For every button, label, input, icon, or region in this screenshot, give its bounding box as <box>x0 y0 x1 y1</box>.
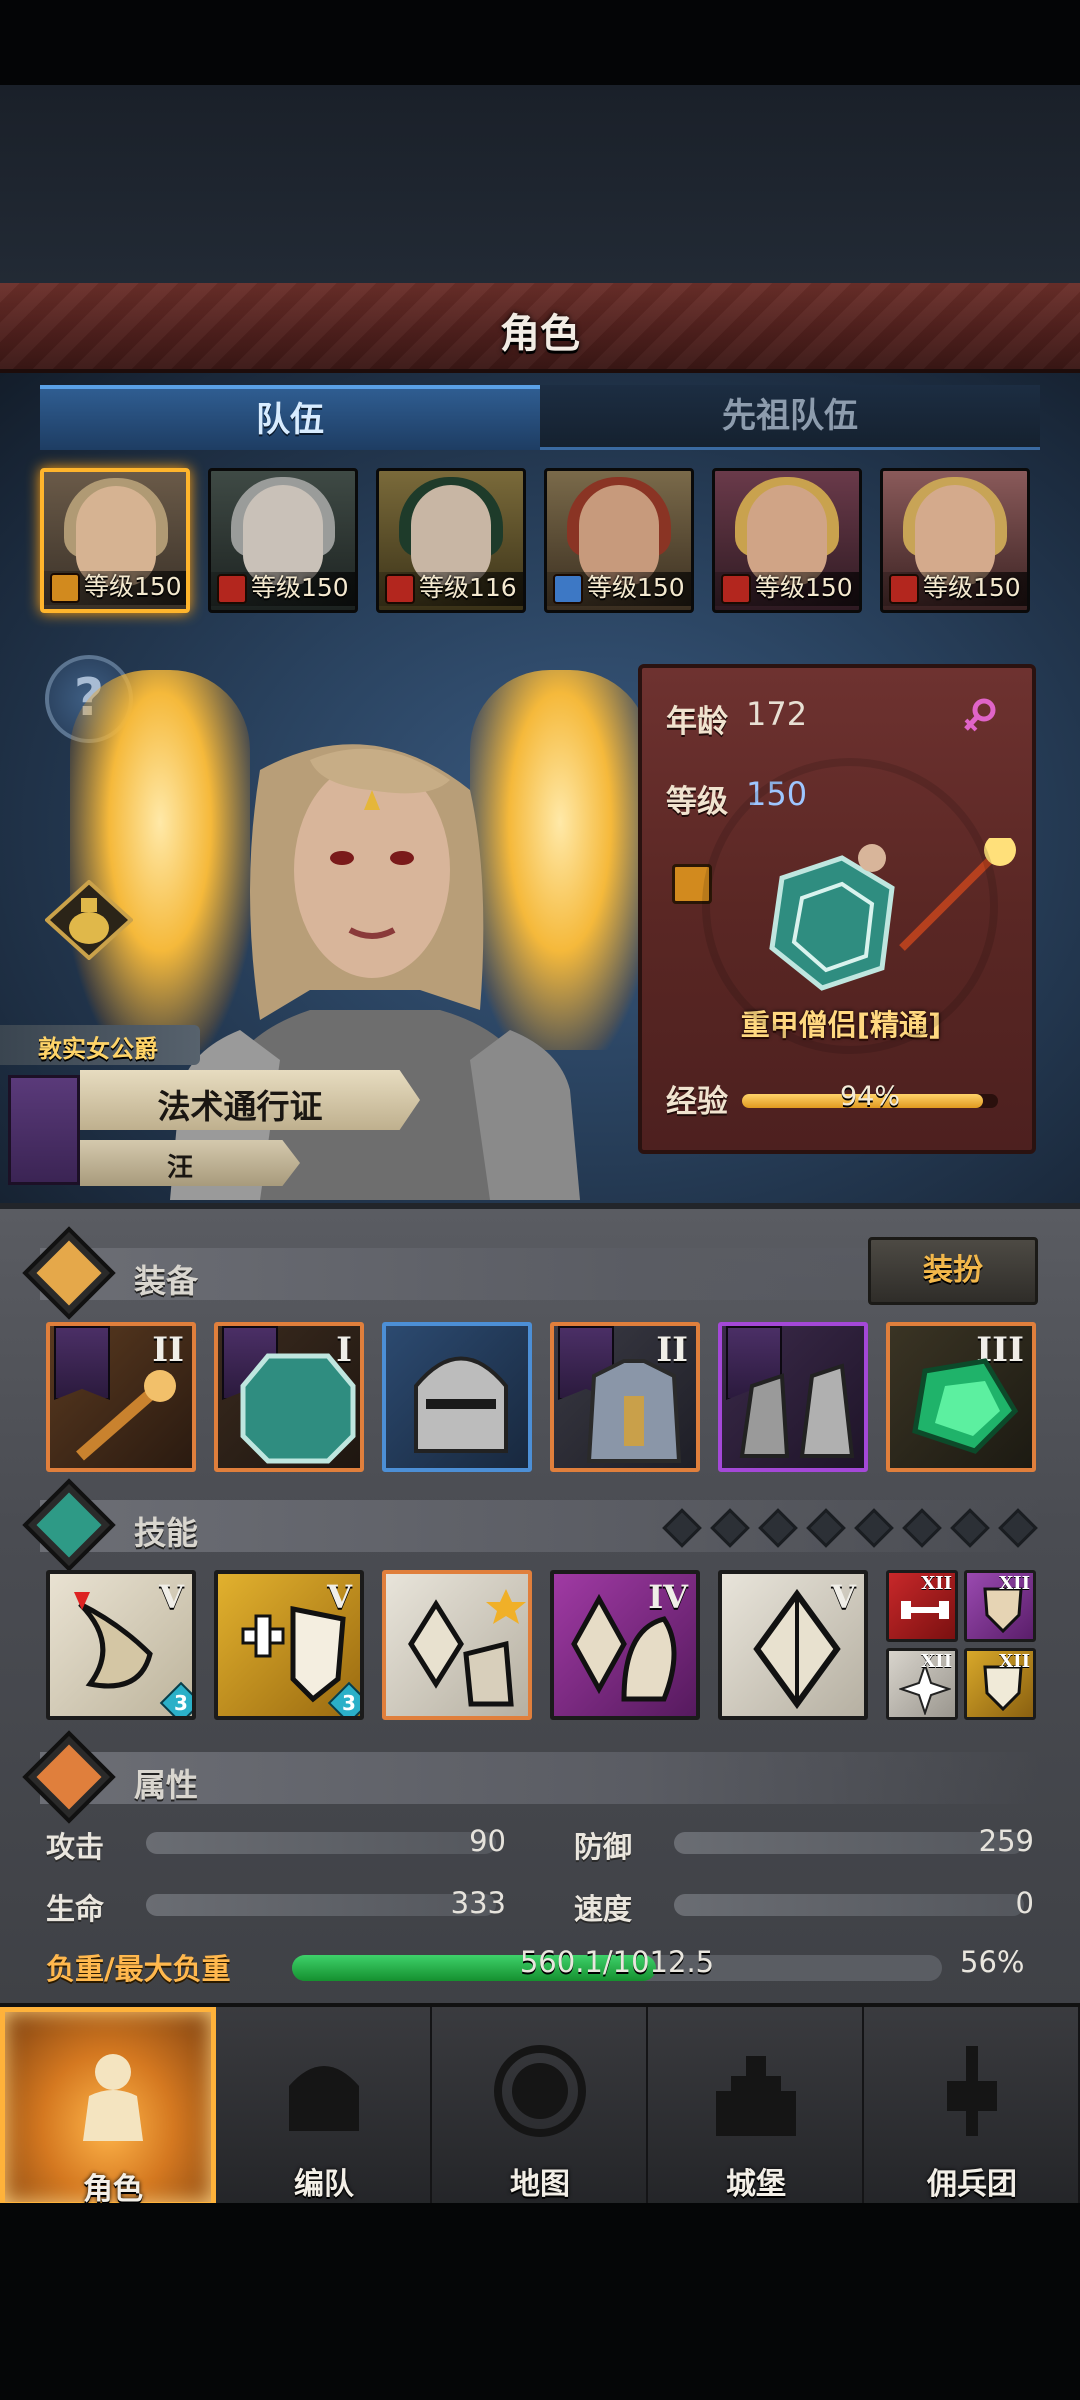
hero-level: 等级150 <box>251 573 349 602</box>
armor-icon <box>586 1359 682 1463</box>
load-value: 560.1/1012.5 <box>519 1945 715 1979</box>
skill-tier: V <box>159 1578 184 1616</box>
equipment-slot-shield[interactable]: I <box>214 1322 364 1472</box>
tab-ancestor-team[interactable]: 先祖队伍 <box>540 385 1040 450</box>
skill-tier: V <box>327 1578 352 1616</box>
helmet-icon <box>414 1356 508 1453</box>
hero-portrait-5[interactable]: 等级150 <box>712 468 862 613</box>
tab-team[interactable]: 队伍 <box>40 385 540 450</box>
character-info-panel: 年龄 172 等级 150 重甲僧侣[精通] 经验 94% <box>638 664 1036 1154</box>
bottom-bezel <box>0 2203 1080 2400</box>
hero-level: 等级150 <box>923 573 1021 602</box>
nav-castle[interactable]: 城堡 <box>648 2007 864 2207</box>
top-backdrop <box>0 85 1080 285</box>
hero-roster: 等级150 等级150 等级116 等级150 等级150 等级150 <box>40 468 1040 613</box>
hero-level: 等级150 <box>587 573 685 602</box>
header-banner: 角色 <box>0 283 1080 373</box>
equipment-slot-gem[interactable]: III <box>886 1322 1036 1472</box>
attr-hp: 生命 333 <box>46 1886 506 1926</box>
shield-class-icon <box>50 573 80 603</box>
attr-attack: 攻击 90 <box>46 1824 506 1864</box>
xp-percent: 94% <box>839 1081 900 1112</box>
age-value: 172 <box>746 695 808 733</box>
equipment-slot-staff[interactable]: II <box>46 1322 196 1472</box>
team-tabs: 队伍 先祖队伍 <box>40 385 1040 450</box>
skill-tier: IV <box>648 1578 688 1616</box>
equipment-slot-helmet[interactable] <box>382 1322 532 1472</box>
horse-class-icon <box>889 574 919 604</box>
load-percent: 56% <box>960 1945 1025 1979</box>
nav-character[interactable]: 角色 <box>0 2007 216 2207</box>
page-title: 角色 <box>500 311 580 357</box>
nav-formation[interactable]: 编队 <box>216 2007 432 2207</box>
crystal-burst-skill-icon <box>408 1589 526 1707</box>
attr-speed: 速度 0 <box>574 1886 1034 1926</box>
skill-slot-3[interactable] <box>382 1570 532 1720</box>
horse-class-icon <box>385 574 415 604</box>
strength-passive-icon <box>901 1601 949 1619</box>
load-label: 负重/最大负重 <box>46 1952 231 1986</box>
female-icon <box>962 696 1000 734</box>
helmet-nav-icon <box>289 2066 359 2131</box>
equipment-tier: II <box>152 1330 184 1370</box>
skill-slot-1[interactable]: V 3 <box>46 1570 196 1720</box>
nav-map[interactable]: 地图 <box>432 2007 648 2207</box>
shield-class-icon <box>672 864 712 904</box>
age-label: 年龄 <box>666 704 728 740</box>
title-tag[interactable]: 法术通行证 <box>80 1070 420 1130</box>
title-label: 法术通行证 <box>157 1087 323 1126</box>
hero-portrait-1[interactable]: 等级150 <box>40 468 190 613</box>
level-value: 150 <box>746 775 808 813</box>
skill-tier: V <box>831 1578 856 1616</box>
bottom-navigation: 角色 编队 地图 城堡 佣兵团 <box>0 2003 1080 2207</box>
hero-portrait-3[interactable]: 等级116 <box>376 468 526 613</box>
hero-portrait-2[interactable]: 等级150 <box>208 468 358 613</box>
castle-icon <box>716 2056 796 2136</box>
passive-strength[interactable]: XII <box>886 1570 958 1642</box>
skills-title: 技能 <box>134 1514 199 1552</box>
trait-tag[interactable]: 敦实女公爵 <box>0 1025 200 1065</box>
fist-banner-icon <box>947 2046 997 2136</box>
staff-icon <box>76 1370 176 1461</box>
status-bar-area <box>0 0 1080 85</box>
skill-slot-2[interactable]: V 3 <box>214 1570 364 1720</box>
hero-level: 等级150 <box>755 573 853 602</box>
class-emblem-illustration <box>769 838 1016 991</box>
hero-level: 等级116 <box>419 573 517 602</box>
skill-slot-indicators <box>662 1508 1042 1548</box>
equipment-title: 装备 <box>134 1262 199 1300</box>
equipment-slot-armor[interactable]: II <box>550 1322 700 1472</box>
attributes-section-header: 属性 <box>22 1730 1040 1824</box>
class-name: 重甲僧侣[精通] <box>740 1008 942 1042</box>
passive-shield[interactable]: XII <box>964 1570 1036 1642</box>
horse-class-icon <box>217 574 247 604</box>
passive-burst[interactable]: XII <box>886 1648 958 1720</box>
level-label: 等级 <box>666 784 728 820</box>
compass-icon <box>494 2045 586 2137</box>
skill-slot-5[interactable]: V <box>718 1570 868 1720</box>
dress-up-button[interactable]: 装扮 <box>868 1237 1038 1305</box>
equipment-slot-boots[interactable] <box>718 1322 868 1472</box>
passive-defense[interactable]: XII <box>964 1648 1036 1720</box>
attributes-title: 属性 <box>134 1766 199 1804</box>
hero-portrait-4[interactable]: 等级150 <box>544 468 694 613</box>
hero-portrait-6[interactable]: 等级150 <box>880 468 1030 613</box>
sword-class-icon <box>553 574 583 604</box>
nav-mercenaries[interactable]: 佣兵团 <box>864 2007 1080 2207</box>
knight-icon <box>83 2054 143 2141</box>
boots-icon <box>739 1363 855 1458</box>
trait-label: 敦实女公爵 <box>38 1035 158 1063</box>
subtitle-label: 汪 <box>166 1153 193 1183</box>
horse-class-icon <box>721 574 751 604</box>
xp-label: 经验 <box>666 1084 728 1120</box>
attr-defense: 防御 259 <box>574 1824 1034 1864</box>
hero-level: 等级150 <box>84 572 182 601</box>
shield-icon <box>240 1353 356 1464</box>
wolf-banner-icon <box>8 1075 80 1185</box>
skill-slot-4[interactable]: IV <box>550 1570 700 1720</box>
subtitle-tag[interactable]: 汪 <box>80 1140 300 1186</box>
gem-icon <box>912 1358 1019 1454</box>
